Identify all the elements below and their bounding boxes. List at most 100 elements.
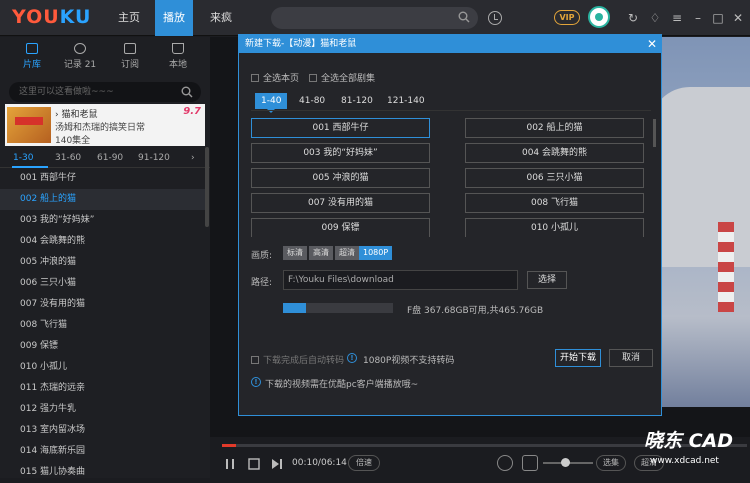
episode-item[interactable]: 001 西部牛仔 (0, 168, 205, 189)
youku-logo[interactable]: YOUKU (12, 6, 92, 28)
show-card[interactable]: › 猫和老鼠 9.7 汤姆和杰瑞的搞笑日常 140集全 (5, 104, 205, 146)
close-icon[interactable]: ✕ (731, 11, 745, 25)
episode-item[interactable]: 015 猫儿协奏曲 (0, 462, 205, 483)
quality-sd[interactable]: 标清 (283, 246, 307, 260)
quality-shd[interactable]: 超清 (335, 246, 359, 260)
episode-item[interactable]: 008 飞行猫 (0, 315, 205, 336)
play-time: 00:10/06:14 (292, 458, 347, 468)
volume-icon[interactable] (522, 455, 538, 471)
sidebar-scrollbar[interactable] (205, 147, 209, 227)
episode-item[interactable]: 014 海底新乐园 (0, 441, 205, 462)
episode-option[interactable]: 002 船上的猫 (465, 118, 644, 138)
subscribe-icon (124, 43, 136, 54)
sidebar-search-input[interactable]: 这里可以这看做啦~~~ (9, 82, 201, 102)
episode-option[interactable]: 003 我的“好妈妹” (251, 143, 430, 163)
episode-option[interactable]: 009 保镖 (251, 218, 430, 237)
path-input[interactable]: F:\Youku Files\download (283, 270, 518, 290)
stop-icon[interactable] (248, 458, 260, 470)
quality-label: 画质: (251, 251, 273, 261)
avatar[interactable] (588, 6, 610, 28)
episode-item[interactable]: 007 没有用的猫 (0, 294, 205, 315)
checkbox-icon (251, 74, 259, 82)
episode-item[interactable]: 009 保镖 (0, 336, 205, 357)
range-tabs: 1-30 31-60 61-90 91-120 › (13, 153, 203, 167)
auto-transcode-checkbox[interactable]: 下载完成后自动转码 (251, 353, 344, 366)
range-divider (251, 110, 651, 111)
search-icon[interactable] (458, 11, 470, 23)
show-title[interactable]: › 猫和老鼠 (55, 107, 97, 120)
barrage-icon[interactable] (497, 455, 513, 471)
sidebar-tab-local[interactable]: 本地 (158, 43, 198, 70)
volume-slider[interactable] (543, 458, 593, 467)
dialog-range-3[interactable]: 81-120 (335, 93, 379, 109)
select-all-checkbox[interactable]: 全选全部剧集 (309, 71, 375, 84)
dialog-title: 新建下载-【动漫】猫和老鼠 (245, 39, 357, 49)
show-description: 汤姆和杰瑞的搞笑日常 (55, 123, 146, 133)
quality-1080p[interactable]: 1080P (359, 246, 393, 260)
video-sail (650, 87, 750, 267)
episode-item[interactable]: 003 我的“好妈妹” (0, 210, 205, 231)
show-rating: 9.7 (183, 106, 201, 117)
download-dialog: 新建下载-【动漫】猫和老鼠 ✕ 全选本页 全选全部剧集 1-40 41-80 8… (238, 34, 662, 416)
close-icon[interactable]: ✕ (647, 35, 657, 53)
episode-item[interactable]: 005 冲浪的猫 (0, 252, 205, 273)
dialog-scrollbar[interactable] (653, 119, 656, 147)
dialog-range-4[interactable]: 121-140 (381, 93, 431, 109)
search-icon[interactable] (181, 86, 193, 98)
quality-hd[interactable]: 高清 (309, 246, 333, 260)
skin-icon[interactable]: ♢ (648, 11, 662, 25)
maximize-icon[interactable]: □ (711, 11, 725, 25)
episode-option[interactable]: 005 冲浪的猫 (251, 168, 430, 188)
history-icon[interactable] (488, 11, 502, 25)
dialog-range-2[interactable]: 41-80 (293, 93, 331, 109)
episode-item[interactable]: 006 三只小猫 (0, 273, 205, 294)
episode-option[interactable]: 006 三只小猫 (465, 168, 644, 188)
show-thumbnail (7, 107, 51, 143)
disk-info: F盘 367.68GB可用,共465.76GB (407, 306, 544, 316)
select-episode-button[interactable]: 选集 (596, 455, 626, 471)
sidebar-tab-history[interactable]: 记录 21 (60, 43, 100, 70)
nav-tab-home[interactable]: 主页 (110, 0, 148, 36)
episode-item[interactable]: 004 会跳舞的熊 (0, 231, 205, 252)
episode-item[interactable]: 002 船上的猫 (0, 189, 205, 210)
sidebar: 片库 记录 21 订阅 本地 这里可以这看做啦~~~ › 猫和老鼠 9.7 汤姆… (0, 37, 210, 478)
select-page-checkbox[interactable]: 全选本页 (251, 71, 299, 84)
cancel-button[interactable]: 取消 (609, 349, 653, 367)
nav-tab-play[interactable]: 播放 (155, 0, 193, 36)
vip-badge[interactable]: VIP (554, 10, 580, 25)
range-tab-1[interactable]: 1-30 (13, 153, 33, 163)
library-icon (26, 43, 38, 54)
episode-item[interactable]: 012 强力牛乳 (0, 399, 205, 420)
progress-fill (222, 444, 237, 447)
menu-icon[interactable]: ≡ (670, 11, 684, 25)
speed-button[interactable]: 倍速 (348, 455, 380, 471)
top-search-input[interactable] (271, 7, 478, 29)
episode-item[interactable]: 011 杰瑞的远亲 (0, 378, 205, 399)
pause-icon[interactable] (224, 458, 236, 470)
episode-option[interactable]: 008 飞行猫 (465, 193, 644, 213)
dialog-range-1[interactable]: 1-40 (255, 93, 288, 113)
range-tab-3[interactable]: 61-90 (97, 153, 123, 163)
info-icon: ! (347, 353, 357, 363)
choose-path-button[interactable]: 选择 (527, 271, 567, 289)
episode-option[interactable]: 007 没有用的猫 (251, 193, 430, 213)
refresh-icon[interactable]: ↻ (626, 11, 640, 25)
episode-item[interactable]: 013 室内留冰场 (0, 420, 205, 441)
start-download-button[interactable]: 开始下载 (555, 349, 601, 367)
volume-knob[interactable] (561, 458, 570, 467)
path-label: 路径: (251, 278, 273, 288)
range-next-icon[interactable]: › (191, 153, 195, 163)
next-icon[interactable] (271, 458, 283, 470)
range-tab-4[interactable]: 91-120 (138, 153, 170, 163)
episode-option[interactable]: 010 小孤儿 (465, 218, 644, 237)
transcode-warning: 1080P视频不支持转码 (363, 356, 455, 366)
sidebar-tab-library[interactable]: 片库 (12, 43, 52, 70)
episode-option[interactable]: 001 西部牛仔 (251, 118, 430, 138)
minimize-icon[interactable]: – (691, 11, 705, 25)
range-tab-2[interactable]: 31-60 (55, 153, 81, 163)
sidebar-tab-subscribe[interactable]: 订阅 (110, 43, 150, 70)
disk-usage-fill (283, 303, 307, 313)
nav-tab-laifeng[interactable]: 来疯 (202, 0, 240, 36)
episode-item[interactable]: 010 小孤儿 (0, 357, 205, 378)
episode-option[interactable]: 004 会跳舞的熊 (465, 143, 644, 163)
